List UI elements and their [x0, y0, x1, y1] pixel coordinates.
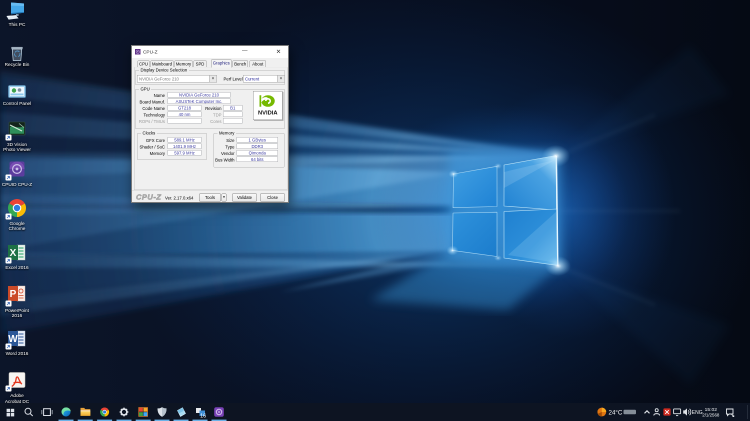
svg-text:2/1/2568: 2/1/2568 [702, 412, 720, 417]
svg-text:24°C: 24°C [609, 409, 623, 416]
svg-text:16: 16 [200, 414, 206, 420]
svg-text:NVIDIA: NVIDIA [258, 111, 278, 117]
svg-text:P: P [10, 289, 17, 300]
svg-text:ENG: ENG [692, 410, 703, 416]
svg-text:X: X [10, 248, 17, 259]
svg-text:W: W [8, 334, 18, 345]
